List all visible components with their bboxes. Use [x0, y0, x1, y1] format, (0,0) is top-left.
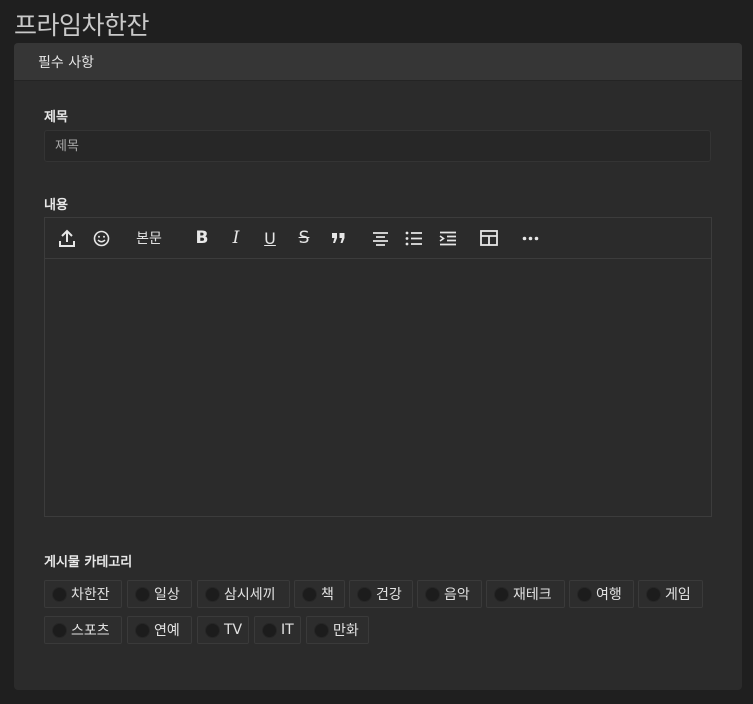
- indent-icon[interactable]: [438, 228, 458, 248]
- required-section-card: 필수 사항 제목 내용 본문 B I U S: [14, 43, 742, 690]
- title-label: 제목: [44, 110, 68, 125]
- category-option-label: 스포츠: [71, 623, 110, 639]
- category-option-label: 연예: [154, 623, 180, 639]
- more-icon[interactable]: [520, 228, 540, 248]
- bold-button[interactable]: B: [193, 228, 211, 248]
- paragraph-style-select[interactable]: 본문: [133, 228, 165, 248]
- strikethrough-button[interactable]: S: [295, 228, 313, 248]
- category-option[interactable]: 스포츠: [44, 616, 122, 644]
- category-option[interactable]: 게임: [638, 580, 703, 608]
- italic-button[interactable]: I: [227, 228, 245, 248]
- category-option[interactable]: 만화: [306, 616, 369, 644]
- radio-button[interactable]: [577, 586, 592, 602]
- category-option[interactable]: 삼시세끼: [197, 580, 290, 608]
- category-option-label: 재테크: [513, 587, 552, 603]
- radio-button[interactable]: [52, 622, 67, 638]
- category-option-label: 음악: [444, 587, 470, 603]
- radio-button[interactable]: [425, 586, 440, 602]
- category-option[interactable]: 여행: [569, 580, 634, 608]
- radio-button[interactable]: [494, 586, 509, 602]
- content-label: 내용: [44, 198, 68, 213]
- radio-button[interactable]: [205, 622, 220, 638]
- category-option-label: 일상: [154, 587, 180, 603]
- radio-button[interactable]: [314, 622, 329, 638]
- category-option[interactable]: 음악: [417, 580, 482, 608]
- table-icon[interactable]: [479, 228, 499, 248]
- align-center-icon[interactable]: [370, 228, 390, 248]
- radio-button[interactable]: [357, 586, 372, 602]
- radio-button[interactable]: [262, 622, 277, 638]
- category-option-label: 건강: [376, 587, 402, 603]
- emoji-icon[interactable]: [91, 228, 111, 248]
- editor-content-area[interactable]: [45, 259, 711, 516]
- category-option[interactable]: 차한잔: [44, 580, 122, 608]
- category-option[interactable]: 건강: [349, 580, 413, 608]
- radio-button[interactable]: [52, 586, 67, 602]
- category-option-label: 게임: [665, 587, 691, 603]
- category-option-label: 여행: [596, 587, 622, 603]
- section-header: 필수 사항: [14, 43, 742, 81]
- category-option-label: TV: [224, 622, 243, 638]
- quote-icon[interactable]: [329, 228, 347, 248]
- category-option-label: 차한잔: [71, 587, 110, 603]
- category-label: 게시물 카테고리: [44, 555, 133, 570]
- category-option-label: IT: [281, 622, 294, 638]
- editor-toolbar: 본문 B I U S: [45, 218, 711, 259]
- category-option-label: 만화: [333, 623, 359, 639]
- category-option-label: 책: [321, 587, 334, 603]
- page-title: 프라임차한잔: [14, 11, 150, 40]
- bullet-list-icon[interactable]: [404, 228, 424, 248]
- title-input[interactable]: [44, 130, 711, 162]
- category-option[interactable]: IT: [254, 616, 301, 644]
- radio-button[interactable]: [646, 586, 661, 602]
- category-option[interactable]: 책: [294, 580, 345, 608]
- content-editor: 본문 B I U S: [44, 217, 712, 517]
- radio-button[interactable]: [205, 586, 220, 602]
- radio-button[interactable]: [135, 622, 150, 638]
- category-option[interactable]: 일상: [127, 580, 192, 608]
- category-option[interactable]: TV: [197, 616, 249, 644]
- underline-button[interactable]: U: [261, 228, 279, 248]
- upload-icon[interactable]: [57, 228, 77, 248]
- radio-button[interactable]: [302, 586, 317, 602]
- category-option[interactable]: 재테크: [486, 580, 565, 608]
- category-option-label: 삼시세끼: [224, 587, 276, 603]
- radio-button[interactable]: [135, 586, 150, 602]
- category-option[interactable]: 연예: [127, 616, 192, 644]
